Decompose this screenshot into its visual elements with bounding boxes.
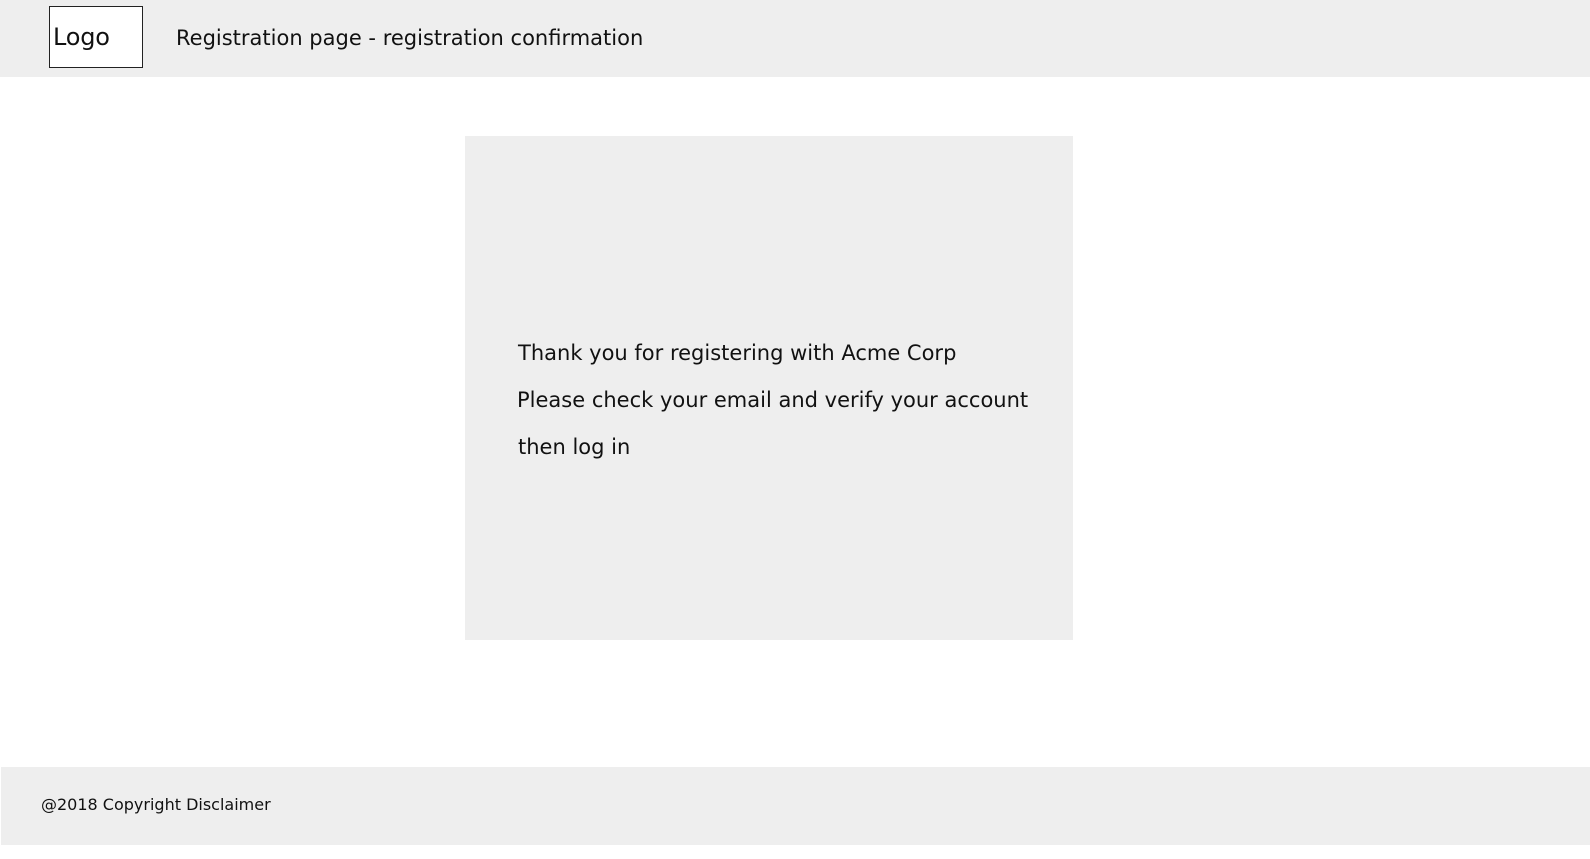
confirmation-message-check-email: Please check your email and verify your … — [517, 388, 1029, 412]
registration-confirmation-page: Logo Registration page - registration co… — [0, 0, 1590, 859]
logo-label: Logo — [53, 23, 110, 51]
logo[interactable]: Logo — [49, 6, 143, 68]
confirmation-message-log-in: then log in — [518, 435, 631, 459]
confirmation-message-thank-you: Thank you for registering with Acme Corp — [518, 341, 957, 365]
page-title: Registration page - registration confirm… — [176, 26, 644, 50]
copyright-disclaimer: @2018 Copyright Disclaimer — [41, 795, 271, 814]
footer-bar: @2018 Copyright Disclaimer — [1, 767, 1590, 845]
header-bar: Logo Registration page - registration co… — [0, 0, 1590, 77]
confirmation-panel: Thank you for registering with Acme Corp… — [465, 136, 1073, 640]
